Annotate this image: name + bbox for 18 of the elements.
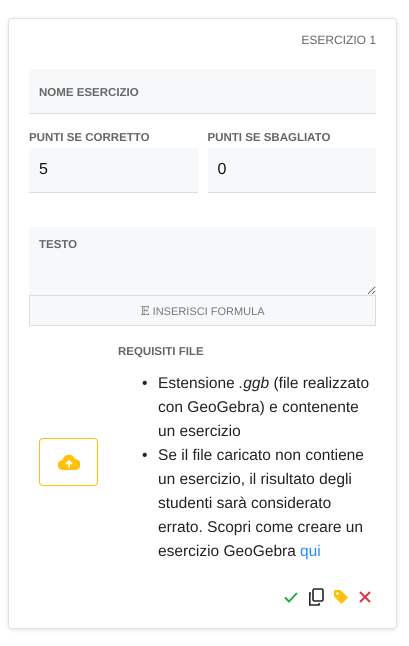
points-field[interactable]: 0 <box>208 148 376 193</box>
name-field[interactable]: NOME ESERCIZIO <box>29 69 376 114</box>
copy-icon[interactable] <box>308 588 324 606</box>
tag-icon[interactable] <box>333 589 349 605</box>
bullet: • <box>142 446 148 466</box>
requirements-title: REQUISITI FILE <box>118 346 205 358</box>
cloud-upload-icon <box>58 454 80 470</box>
exercise-title: ESERCIZIO 1 <box>301 33 376 47</box>
points-field[interactable]: 5 <box>29 148 198 193</box>
field-label: PUNTI SE CORRETTO <box>29 132 151 144</box>
field-label: PUNTI SE SBAGLIATO <box>208 132 332 144</box>
requirement-text: Se il file caricato non contiene un esercizio, il risultato degli studenti sarà considerato errato. Scopri come creare un esercizio GeoGebra qui <box>158 446 365 562</box>
close-icon[interactable] <box>358 590 372 604</box>
upload-button[interactable] <box>39 438 98 486</box>
insert-formula-button[interactable]: 𝔼 INSERISCI FORMULA <box>29 295 376 326</box>
bullet: • <box>142 374 148 394</box>
requirement-text: Estensione .ggb (file realizzato con GeoGebra) e contenente un esercizio <box>158 374 370 442</box>
text-area[interactable]: TESTO <box>29 227 376 295</box>
